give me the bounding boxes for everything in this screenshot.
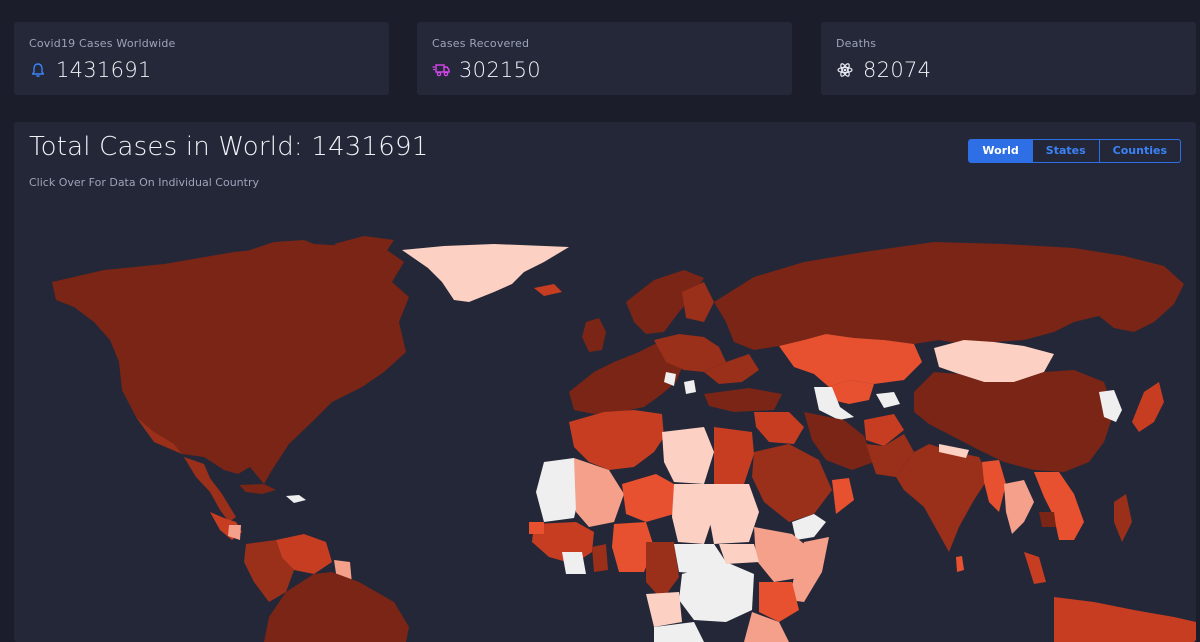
atom-icon: [836, 61, 854, 79]
stat-value-cases: 1431691: [56, 58, 152, 82]
country-oman[interactable]: [832, 478, 854, 514]
stat-label-cases: Covid19 Cases Worldwide: [29, 37, 176, 50]
country-libya[interactable]: [662, 427, 714, 484]
country-turkey[interactable]: [704, 388, 782, 412]
country-kenya[interactable]: [759, 582, 799, 622]
world-map-panel: Total Cases in World: 1431691 Click Over…: [14, 122, 1196, 642]
country-south-sudan[interactable]: [719, 544, 759, 564]
stat-card-cases: Covid19 Cases Worldwide 1431691: [14, 22, 389, 95]
tab-world[interactable]: World: [969, 140, 1033, 162]
country-hispaniola[interactable]: [286, 495, 306, 503]
country-morocco-algeria[interactable]: [569, 410, 664, 470]
country-india[interactable]: [896, 444, 989, 552]
region-toggle-group: World States Counties: [968, 139, 1181, 163]
country-sudan[interactable]: [704, 484, 759, 544]
country-saudi-arabia[interactable]: [752, 444, 832, 522]
stat-value-deaths: 82074: [863, 58, 932, 82]
country-japan[interactable]: [1132, 382, 1164, 432]
stat-value-recovered: 302150: [459, 58, 541, 82]
bell-icon: [29, 61, 47, 79]
world-choropleth-map[interactable]: [14, 222, 1196, 642]
stat-label-recovered: Cases Recovered: [432, 37, 530, 50]
country-russia[interactable]: [714, 242, 1184, 350]
country-iceland[interactable]: [534, 284, 562, 296]
country-thailand[interactable]: [1004, 480, 1034, 534]
delivery-truck-icon: [432, 61, 450, 79]
country-niger[interactable]: [622, 474, 674, 522]
country-tajikistan[interactable]: [876, 392, 900, 408]
country-laos-vietnam[interactable]: [1034, 472, 1084, 540]
country-ghana[interactable]: [592, 544, 608, 572]
country-congo[interactable]: [646, 592, 682, 627]
stat-label-deaths: Deaths: [836, 37, 877, 50]
stat-card-recovered: Cases Recovered 302150: [417, 22, 792, 95]
stat-card-deaths: Deaths 82074: [821, 22, 1196, 95]
country-senegal[interactable]: [529, 522, 544, 534]
country-north-america[interactable]: [52, 244, 409, 484]
country-cameroon[interactable]: [646, 542, 679, 600]
country-egypt[interactable]: [714, 427, 754, 484]
country-cuba[interactable]: [239, 484, 276, 494]
country-philippines[interactable]: [1114, 494, 1132, 542]
country-iraq-syria[interactable]: [754, 412, 804, 444]
country-indonesia[interactable]: [1054, 597, 1196, 642]
country-sri-lanka[interactable]: [956, 556, 964, 572]
country-ivory-coast[interactable]: [562, 552, 586, 574]
tab-counties[interactable]: Counties: [1100, 140, 1180, 162]
country-malaysia[interactable]: [1024, 552, 1046, 584]
panel-title: Total Cases in World: 1431691: [29, 132, 429, 162]
country-uk[interactable]: [582, 318, 606, 352]
panel-subtitle: Click Over For Data On Individual Countr…: [29, 176, 260, 189]
country-balkans-b[interactable]: [684, 380, 696, 394]
country-cambodia[interactable]: [1039, 512, 1056, 527]
tab-states[interactable]: States: [1033, 140, 1100, 162]
country-myanmar[interactable]: [982, 460, 1006, 512]
